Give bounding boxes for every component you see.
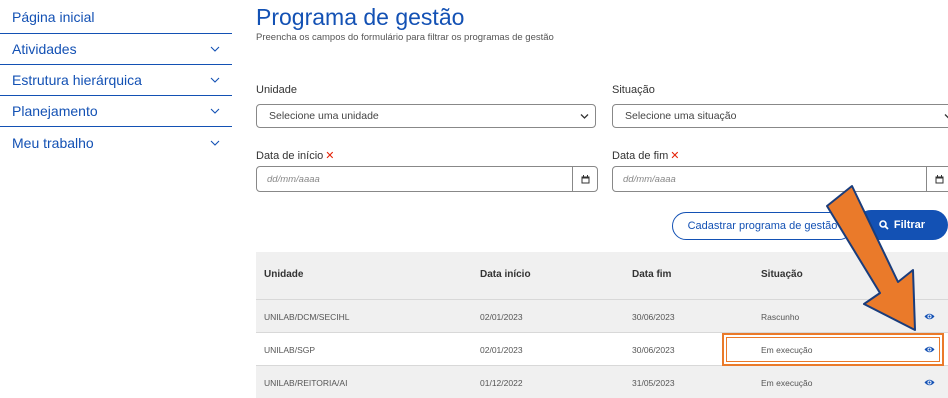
sidebar-item-planejamento[interactable]: Planejamento <box>0 96 232 127</box>
column-header-unidade[interactable]: Unidade <box>264 269 303 280</box>
cell-unidade: UNILAB/SGP <box>264 345 316 355</box>
calendar-button[interactable] <box>572 167 597 191</box>
sidebar-item-label: Planejamento <box>12 103 98 119</box>
cell-data-inicio: 02/01/2023 <box>480 312 523 322</box>
chevron-down-icon <box>580 114 589 119</box>
sidebar-item-label: Estrutura hierárquica <box>12 72 142 88</box>
page-subtitle: Preencha os campos do formulário para fi… <box>256 32 554 43</box>
table-row: UNILAB/REITORIA/AI 01/12/2022 31/05/2023… <box>256 365 948 398</box>
data-fim-placeholder: dd/mm/aaaa <box>623 173 676 185</box>
cell-unidade: UNILAB/REITORIA/AI <box>264 378 348 388</box>
situacao-label: Situação <box>612 84 655 96</box>
data-fim-input[interactable]: dd/mm/aaaa <box>612 166 948 192</box>
sidebar-item-estrutura[interactable]: Estrutura hierárquica <box>0 65 232 96</box>
annotation-highlight-box <box>722 333 944 366</box>
data-fim-label: Data de fim ✕ <box>612 150 680 162</box>
situacao-select-value: Selecione uma situação <box>625 110 737 122</box>
cell-data-fim: 30/06/2023 <box>632 345 675 355</box>
sidebar-item-label: Atividades <box>12 41 77 57</box>
cell-situacao: Rascunho <box>761 312 800 322</box>
chevron-down-icon <box>944 114 948 119</box>
view-eye-icon[interactable] <box>924 312 935 321</box>
cell-situacao: Em execução <box>761 378 813 388</box>
unidade-select-value: Selecione uma unidade <box>269 110 379 122</box>
page-title: Programa de gestão <box>256 4 465 30</box>
cell-data-fim: 31/05/2023 <box>632 378 675 388</box>
chevron-down-icon <box>210 46 220 52</box>
sidebar-item-pagina-inicial[interactable]: Página inicial <box>0 0 232 34</box>
data-inicio-input[interactable]: dd/mm/aaaa <box>256 166 598 192</box>
column-header-data-fim[interactable]: Data fim <box>632 269 671 280</box>
column-header-data-inicio[interactable]: Data início <box>480 269 531 280</box>
chevron-down-icon <box>210 77 220 83</box>
sidebar-item-label: Página inicial <box>12 8 95 25</box>
calendar-icon <box>935 174 943 183</box>
calendar-icon <box>581 174 589 183</box>
filtrar-button[interactable]: Filtrar <box>856 210 948 240</box>
sidebar-nav: Página inicial Atividades Estrutura hier… <box>0 0 232 158</box>
cell-unidade: UNILAB/DCM/SECIHL <box>264 312 350 322</box>
programas-table: Unidade Data início Data fim Situação UN… <box>256 252 948 398</box>
cadastrar-programa-label: Cadastrar programa de gestão <box>687 220 838 232</box>
chevron-down-icon <box>210 108 220 114</box>
required-icon: ✕ <box>670 150 680 162</box>
filtrar-label: Filtrar <box>893 219 926 231</box>
required-icon: ✕ <box>325 150 335 162</box>
data-inicio-label: Data de início ✕ <box>256 150 335 162</box>
table-row: UNILAB/DCM/SECIHL 02/01/2023 30/06/2023 … <box>256 299 948 332</box>
sidebar-item-label: Meu trabalho <box>12 134 94 151</box>
data-inicio-placeholder: dd/mm/aaaa <box>267 173 320 185</box>
unidade-label: Unidade <box>256 84 297 96</box>
sidebar-item-meu-trabalho[interactable]: Meu trabalho <box>0 127 232 158</box>
cell-data-fim: 30/06/2023 <box>632 312 675 322</box>
unidade-select[interactable]: Selecione uma unidade <box>256 104 596 128</box>
column-header-situacao[interactable]: Situação <box>761 269 803 280</box>
cadastrar-programa-button[interactable]: Cadastrar programa de gestão <box>672 212 853 240</box>
table-header: Unidade Data início Data fim Situação <box>256 252 948 299</box>
chevron-down-icon <box>210 140 220 146</box>
cell-data-inicio: 01/12/2022 <box>480 378 523 388</box>
calendar-button[interactable] <box>926 167 948 191</box>
cell-data-inicio: 02/01/2023 <box>480 345 523 355</box>
search-icon <box>879 220 889 230</box>
view-eye-icon[interactable] <box>924 378 935 387</box>
situacao-select[interactable]: Selecione uma situação <box>612 104 948 128</box>
sidebar-item-atividades[interactable]: Atividades <box>0 34 232 65</box>
